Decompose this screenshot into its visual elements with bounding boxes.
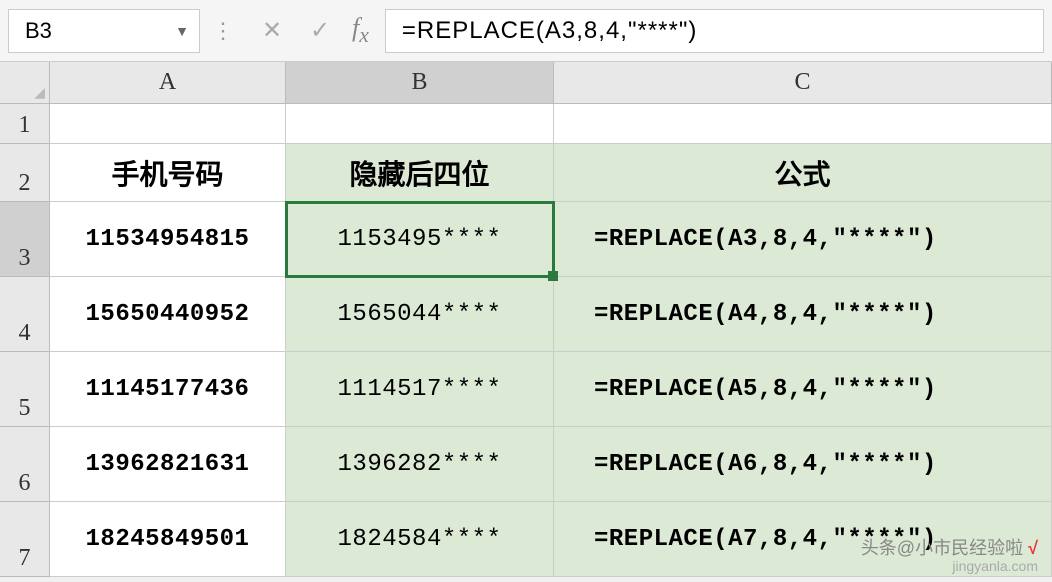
formula-bar: B3 ▼ ⋮ ✕ ✓ fx =REPLACE(A3,8,4,"****") <box>0 0 1052 62</box>
cell-c2[interactable]: 公式 <box>554 144 1052 202</box>
row-header-7[interactable]: 7 <box>0 502 50 577</box>
cell-c5[interactable]: =REPLACE(A5,8,4,"****") <box>554 352 1052 427</box>
watermark-text: 头条@小市民经验啦 <box>861 538 1023 558</box>
watermark: 头条@小市民经验啦 √ jingyanla.com <box>861 534 1038 574</box>
col-header-a[interactable]: A <box>50 62 286 104</box>
cell-c6[interactable]: =REPLACE(A6,8,4,"****") <box>554 427 1052 502</box>
row-header-4[interactable]: 4 <box>0 277 50 352</box>
watermark-url: jingyanla.com <box>861 558 1038 574</box>
spreadsheet-grid: A B C 1 2 手机号码 隐藏后四位 公式 3 11534954815 11… <box>0 62 1052 577</box>
cell-b7[interactable]: 1824584**** <box>286 502 554 577</box>
cell-a4[interactable]: 15650440952 <box>50 277 286 352</box>
cell-b2[interactable]: 隐藏后四位 <box>286 144 554 202</box>
cell-a1[interactable] <box>50 104 286 144</box>
select-all-corner[interactable] <box>0 62 50 104</box>
row-header-1[interactable]: 1 <box>0 104 50 144</box>
dropdown-icon[interactable]: ▼ <box>175 23 189 39</box>
row-header-2[interactable]: 2 <box>0 144 50 202</box>
cancel-icon[interactable]: ✕ <box>252 11 292 51</box>
cell-b1[interactable] <box>286 104 554 144</box>
cell-a3[interactable]: 11534954815 <box>50 202 286 277</box>
cell-c4[interactable]: =REPLACE(A4,8,4,"****") <box>554 277 1052 352</box>
cell-a5[interactable]: 11145177436 <box>50 352 286 427</box>
formula-text: =REPLACE(A3,8,4,"****") <box>402 17 698 45</box>
cell-a2[interactable]: 手机号码 <box>50 144 286 202</box>
cell-b3[interactable]: 1153495**** <box>286 202 554 277</box>
col-header-b[interactable]: B <box>286 62 554 104</box>
formula-input[interactable]: =REPLACE(A3,8,4,"****") <box>385 9 1044 53</box>
row-header-5[interactable]: 5 <box>0 352 50 427</box>
watermark-check-icon: √ <box>1028 538 1038 558</box>
cell-c3[interactable]: =REPLACE(A3,8,4,"****") <box>554 202 1052 277</box>
name-box[interactable]: B3 ▼ <box>8 9 200 53</box>
cell-a7[interactable]: 18245849501 <box>50 502 286 577</box>
cell-b6[interactable]: 1396282**** <box>286 427 554 502</box>
cell-b4[interactable]: 1565044**** <box>286 277 554 352</box>
fx-icon[interactable]: fx <box>344 13 385 48</box>
cell-b5[interactable]: 1114517**** <box>286 352 554 427</box>
vertical-dots-icon: ⋮ <box>200 18 248 44</box>
confirm-icon[interactable]: ✓ <box>300 11 340 51</box>
name-box-value: B3 <box>25 18 52 44</box>
cell-a6[interactable]: 13962821631 <box>50 427 286 502</box>
row-header-6[interactable]: 6 <box>0 427 50 502</box>
col-header-c[interactable]: C <box>554 62 1052 104</box>
cell-c1[interactable] <box>554 104 1052 144</box>
row-header-3[interactable]: 3 <box>0 202 50 277</box>
